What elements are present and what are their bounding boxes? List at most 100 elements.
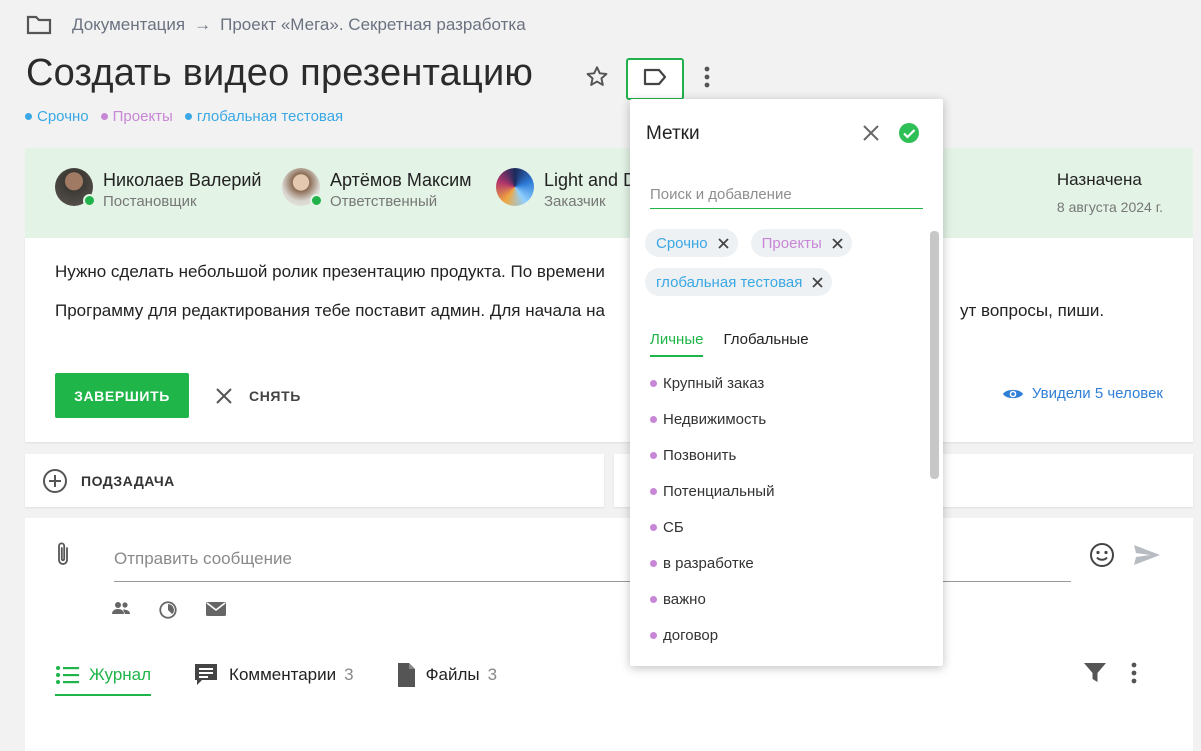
- star-icon[interactable]: [584, 64, 610, 90]
- task-label[interactable]: глобальная тестовая: [184, 108, 343, 125]
- label-dot: [650, 631, 657, 639]
- chip-label: Проекты: [761, 234, 822, 252]
- label-dot: [650, 451, 657, 459]
- assigned-date: 8 августа 2024 г.: [1056, 199, 1163, 215]
- more-vert-icon[interactable]: [697, 64, 717, 90]
- composer-options: [111, 600, 253, 620]
- page-title[interactable]: Создать видео презентацию: [26, 52, 533, 95]
- list-item[interactable]: Потенциальный: [650, 473, 920, 509]
- avatar: [55, 168, 96, 207]
- seen-by-link[interactable]: Увидели 5 человек: [1002, 385, 1163, 402]
- label-dot: [650, 523, 657, 531]
- participant-name: Light and D: [544, 170, 637, 190]
- chip-label: глобальная тестовая: [656, 273, 803, 291]
- remove-chip-icon[interactable]: [832, 237, 843, 249]
- list-item[interactable]: Позвонить: [650, 437, 920, 473]
- folder-icon[interactable]: [26, 14, 52, 36]
- tab-global[interactable]: Глобальные: [723, 331, 808, 357]
- participant-role: Заказчик: [544, 193, 606, 210]
- attach-icon[interactable]: [55, 540, 71, 573]
- selected-labels: Срочно Проекты глобальная тестовая: [645, 229, 915, 307]
- list-item[interactable]: важно: [650, 581, 920, 617]
- label-name: договор: [663, 626, 719, 644]
- list-item[interactable]: Крупный заказ: [650, 365, 920, 401]
- labels-list: Крупный заказ Недвижимость Позвонить Пот…: [650, 365, 920, 653]
- breadcrumb-root[interactable]: Документация: [72, 15, 185, 35]
- add-subtask-button[interactable]: ПОДЗАДАЧА: [25, 454, 604, 507]
- send-icon[interactable]: [1133, 544, 1161, 571]
- list-icon: [56, 666, 79, 684]
- task-label[interactable]: Проекты: [100, 108, 173, 125]
- file-icon: [397, 663, 415, 687]
- participant-responsible[interactable]: Артёмов Максим Ответственный: [282, 168, 472, 212]
- tab-count: 3: [487, 665, 498, 684]
- avatar: [496, 168, 534, 206]
- tab-count: 3: [344, 665, 354, 684]
- filter-icon[interactable]: [1083, 662, 1107, 689]
- online-indicator: [83, 194, 96, 207]
- seen-label: Увидели 5 человек: [1031, 385, 1163, 402]
- comment-icon: [195, 664, 218, 685]
- finish-button[interactable]: ЗАВЕРШИТЬ: [55, 373, 189, 418]
- labels-search-input[interactable]: [650, 181, 923, 209]
- popup-title: Метки: [646, 123, 700, 144]
- tab-personal[interactable]: Личные: [650, 331, 704, 357]
- more-vert-icon[interactable]: [1131, 662, 1137, 689]
- title-row: Создать видео презентацию: [26, 52, 533, 95]
- remove-button[interactable]: СНЯТЬ: [215, 373, 301, 418]
- breadcrumb-project[interactable]: Проект «Мега». Секретная разработка: [220, 15, 526, 35]
- list-item[interactable]: СБ: [650, 509, 920, 545]
- label-name: СБ: [663, 518, 684, 536]
- labels-popup: Метки Срочно Проекты глобальная тестовая…: [630, 99, 943, 666]
- participant-author[interactable]: Николаев Валерий Постановщик: [55, 168, 261, 212]
- label-name: в разработке: [663, 554, 754, 572]
- tab-files[interactable]: Файлы 3: [396, 656, 497, 694]
- email-icon[interactable]: [205, 600, 227, 620]
- label-name: Потенциальный: [663, 482, 775, 500]
- label-dot: [25, 113, 32, 120]
- subtask-label: ПОДЗАДАЧА: [81, 472, 175, 489]
- breadcrumb-separator: →: [194, 15, 212, 34]
- scrollbar[interactable]: [930, 231, 939, 479]
- people-icon[interactable]: [111, 600, 131, 620]
- label-dot: [650, 595, 657, 603]
- label-dot: [184, 113, 192, 120]
- online-indicator: [310, 194, 323, 207]
- label-name: Недвижимость: [663, 410, 767, 428]
- tab-comments[interactable]: Комментарии 3: [193, 656, 354, 694]
- label-dot: [650, 487, 657, 495]
- task-label[interactable]: Срочно: [25, 108, 89, 125]
- timer-icon[interactable]: [157, 600, 179, 620]
- close-icon[interactable]: [862, 124, 880, 147]
- confirm-icon[interactable]: [898, 122, 920, 149]
- message-composer: Журнал Комментарии 3 Файлы 3: [25, 518, 1193, 751]
- task-description-card: Нужно сделать небольшой ролик презентаци…: [25, 238, 1193, 442]
- task-labels: Срочно Проекты глобальная тестовая: [25, 108, 355, 125]
- assigned-status: Назначена 8 августа 2024 г.: [1057, 168, 1163, 218]
- label-chip: Проекты: [750, 229, 852, 257]
- emoji-icon[interactable]: [1089, 542, 1115, 573]
- label-dot: [650, 559, 657, 567]
- breadcrumb: Документация → Проект «Мега». Секретная …: [26, 12, 526, 38]
- description-line: Программу для редактирования тебе постав…: [55, 301, 605, 320]
- participant-name: Артёмов Максим: [330, 170, 472, 190]
- list-item[interactable]: Недвижимость: [650, 401, 920, 437]
- labels-button[interactable]: [626, 58, 684, 100]
- avatar: [282, 168, 323, 207]
- task-participants: Николаев Валерий Постановщик Артёмов Мак…: [25, 148, 1193, 238]
- list-item[interactable]: в разработке: [650, 545, 920, 581]
- label-dot: [100, 113, 108, 120]
- participant-role: Ответственный: [330, 193, 438, 210]
- description-line: ут вопросы, пиши.: [960, 301, 1105, 320]
- tag-icon: [642, 67, 668, 92]
- list-item[interactable]: договор: [650, 617, 920, 653]
- remove-chip-icon[interactable]: [812, 276, 823, 288]
- tab-journal[interactable]: Журнал: [55, 656, 152, 696]
- description-line: Нужно сделать небольшой ролик презентаци…: [55, 262, 605, 281]
- participant-customer[interactable]: Light and D Заказчик: [496, 168, 636, 212]
- label-chip: Срочно: [645, 229, 738, 257]
- tab-label: Комментарии: [229, 665, 337, 684]
- assigned-label: Назначена: [1056, 170, 1142, 189]
- participant-name: Николаев Валерий: [103, 170, 262, 190]
- remove-chip-icon[interactable]: [718, 237, 729, 249]
